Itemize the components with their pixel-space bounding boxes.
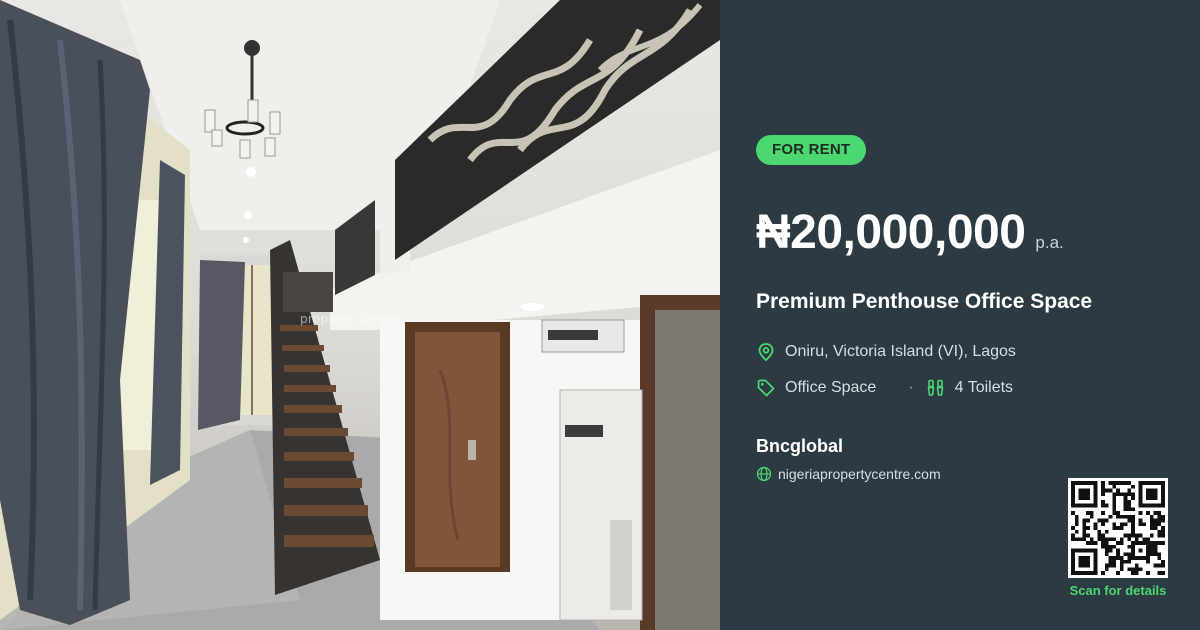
qr-caption: Scan for details <box>1069 583 1167 598</box>
globe-icon <box>756 466 772 482</box>
tag-icon <box>757 379 775 397</box>
qr-code-image <box>1071 481 1165 575</box>
property-photo: property centre <box>0 0 720 630</box>
listing-location: Oniru, Victoria Island (VI), Lagos <box>756 342 1016 362</box>
listing-title: Premium Penthouse Office Space <box>756 290 1093 313</box>
map-pin-icon <box>758 343 774 362</box>
location-text: Oniru, Victoria Island (VI), Lagos <box>785 343 1016 360</box>
website-link[interactable]: nigeriapropertycentre.com <box>778 466 941 482</box>
listing-panel: FOR RENT ₦20,000,000 p.a. Premium Pentho… <box>720 0 1200 630</box>
price-period: p.a. <box>1035 233 1064 252</box>
property-type-text: Office Space <box>785 379 877 396</box>
agent-name: Bncglobal <box>756 436 844 456</box>
listing-price: ₦20,000,000 <box>756 206 1026 259</box>
listing-details: Office Space · 4 Toilets <box>756 378 1013 398</box>
qr-code[interactable] <box>1068 478 1168 578</box>
photo-watermark: property centre <box>300 312 399 326</box>
agent-website[interactable]: nigeriapropertycentre.com <box>756 466 941 482</box>
price-row: ₦20,000,000 p.a. <box>756 205 1064 260</box>
details-separator: · <box>908 379 914 396</box>
listing-status-badge: FOR RENT <box>756 135 867 165</box>
toilets-text: 4 Toilets <box>954 379 1014 396</box>
toilet-icon <box>927 379 943 396</box>
